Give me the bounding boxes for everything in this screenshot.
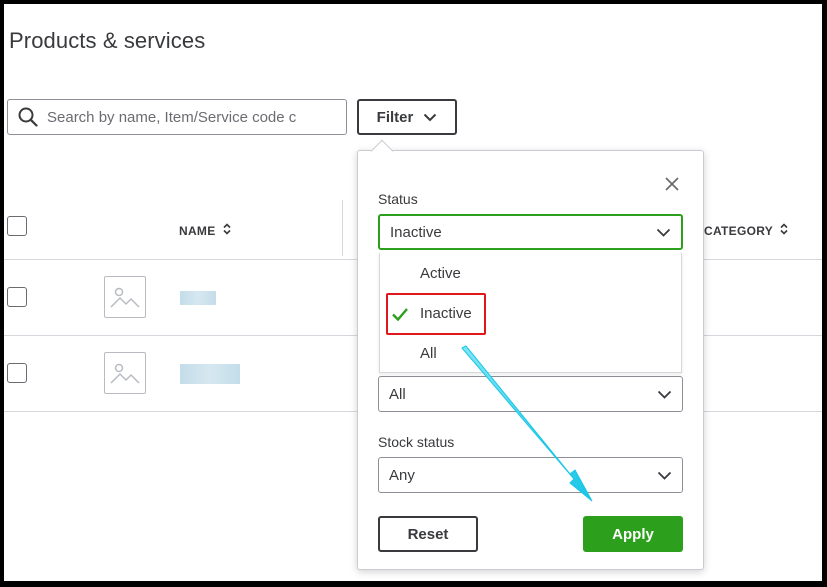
close-icon[interactable] — [663, 175, 681, 193]
apply-button[interactable]: Apply — [583, 516, 683, 552]
page-title: Products & services — [9, 28, 206, 53]
row-checkbox[interactable] — [7, 287, 27, 307]
search-box[interactable] — [7, 99, 347, 135]
type-select-value: All — [389, 385, 406, 403]
status-label: Status — [378, 191, 418, 207]
row-checkbox[interactable] — [7, 363, 27, 383]
filter-button[interactable]: Filter — [357, 99, 457, 135]
status-option-active[interactable]: Active — [420, 265, 461, 282]
stock-status-select-value: Any — [389, 466, 415, 484]
annotation-highlight-box — [386, 293, 486, 335]
search-icon — [17, 106, 39, 128]
column-name-label: NAME — [179, 223, 216, 238]
chevron-down-icon — [423, 109, 437, 126]
chevron-down-icon — [657, 467, 672, 484]
column-category-label: CATEGORY — [704, 223, 774, 238]
status-select[interactable]: Inactive — [378, 214, 683, 250]
image-placeholder-icon — [104, 276, 146, 318]
app-window: Products & services Filter NAME CATEGORY — [4, 4, 822, 581]
reset-button[interactable]: Reset — [378, 516, 478, 552]
status-option-all[interactable]: All — [420, 345, 437, 362]
redacted-name — [180, 291, 216, 305]
filter-popover: Status Inactive Active Inactive All All … — [357, 150, 704, 570]
image-placeholder-icon — [104, 352, 146, 394]
redacted-name — [180, 364, 240, 384]
column-divider — [342, 200, 343, 256]
column-header-category[interactable]: CATEGORY — [704, 223, 788, 238]
status-select-value: Inactive — [390, 223, 442, 241]
search-input[interactable] — [47, 100, 346, 134]
stock-status-select[interactable]: Any — [378, 457, 683, 493]
chevron-down-icon — [657, 386, 672, 403]
status-dropdown-list: Active Inactive All — [379, 253, 682, 373]
chevron-down-icon — [656, 224, 671, 241]
select-all-checkbox[interactable] — [7, 216, 27, 236]
type-select[interactable]: All — [378, 376, 683, 412]
filter-button-label: Filter — [376, 108, 414, 126]
sort-icon — [222, 223, 231, 238]
sort-icon — [780, 223, 788, 238]
stock-status-label: Stock status — [378, 434, 455, 450]
column-header-name[interactable]: NAME — [179, 223, 231, 238]
